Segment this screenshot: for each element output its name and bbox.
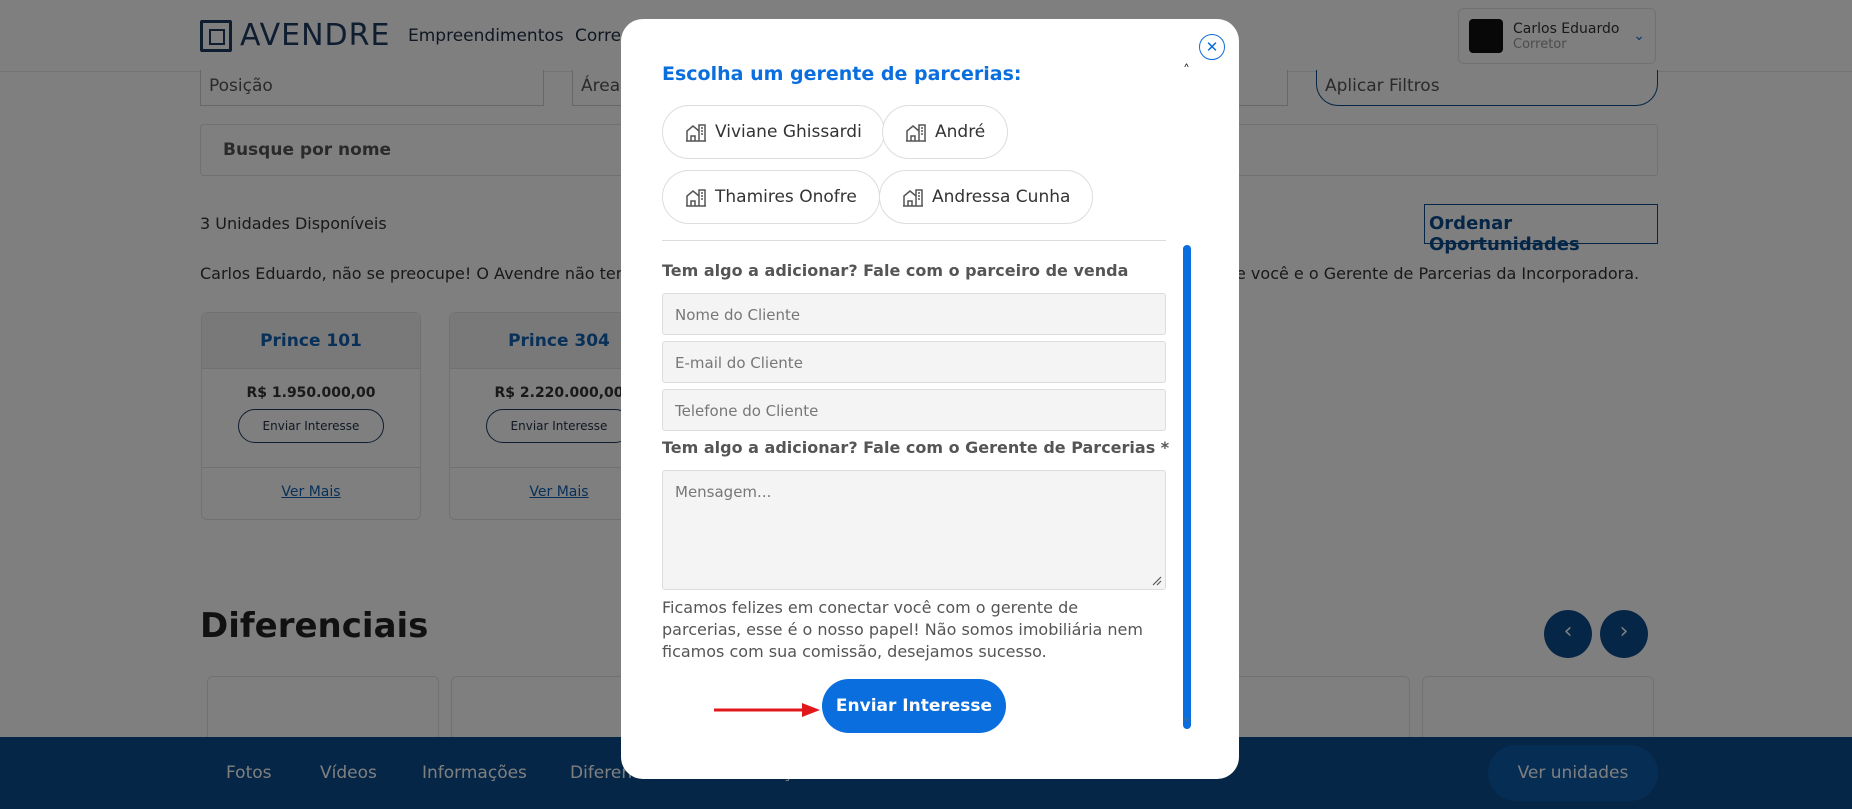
manager-option[interactable]: Viviane Ghissardi bbox=[662, 105, 885, 159]
manager-name: Viviane Ghissardi bbox=[715, 122, 862, 142]
modal-heading: Escolha um gerente de parcerias: bbox=[662, 63, 1022, 85]
client-phone-input[interactable]: Telefone do Cliente bbox=[662, 389, 1166, 431]
buildings-icon bbox=[903, 189, 923, 207]
client-email-input[interactable]: E-mail do Cliente bbox=[662, 341, 1166, 383]
chevron-up-icon[interactable]: ˄ bbox=[1183, 63, 1190, 79]
manager-name: Thamires Onofre bbox=[715, 187, 857, 207]
buildings-icon bbox=[686, 189, 706, 207]
info-text: Ficamos felizes em conectar você com o g… bbox=[662, 598, 1143, 661]
manager-option[interactable]: Thamires Onofre bbox=[662, 170, 880, 224]
close-icon[interactable]: ✕ bbox=[1199, 34, 1225, 60]
red-arrow-annotation bbox=[714, 703, 820, 717]
seller-section-label: Tem algo a adicionar? Fale com o parceir… bbox=[662, 261, 1129, 280]
buildings-icon bbox=[686, 124, 706, 142]
manager-option[interactable]: Andressa Cunha bbox=[879, 170, 1094, 224]
manager-section-label: Tem algo a adicionar? Fale com o Gerente… bbox=[662, 438, 1170, 457]
message-placeholder: Mensagem... bbox=[675, 483, 772, 501]
message-textarea[interactable]: Mensagem... bbox=[662, 470, 1166, 590]
scrollbar-thumb[interactable] bbox=[1183, 245, 1191, 729]
page: AVENDRE Empreendimentos Corre Carlos Edu… bbox=[0, 0, 1852, 809]
manager-option[interactable]: André bbox=[882, 105, 1009, 159]
send-interest-button[interactable]: Enviar Interesse bbox=[822, 679, 1006, 733]
resize-handle-icon[interactable] bbox=[1152, 576, 1162, 586]
interest-modal: ✕ Escolha um gerente de parcerias: ˄ Viv… bbox=[621, 19, 1239, 779]
divider bbox=[662, 240, 1166, 241]
buildings-icon bbox=[906, 124, 926, 142]
client-name-input[interactable]: Nome do Cliente bbox=[662, 293, 1166, 335]
manager-name: Andressa Cunha bbox=[932, 187, 1071, 207]
scroll-down-icon[interactable]: ⌄ bbox=[1182, 711, 1191, 724]
manager-name: André bbox=[935, 122, 986, 142]
